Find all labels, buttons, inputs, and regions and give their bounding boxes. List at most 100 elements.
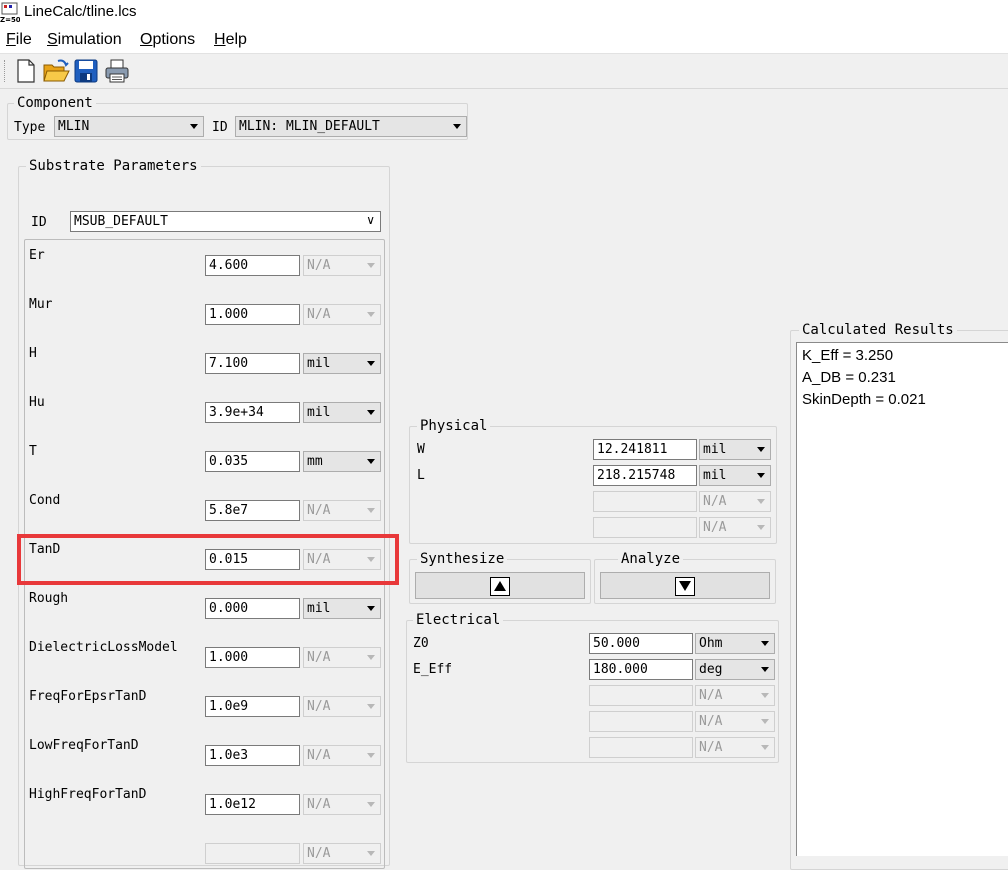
param-unit-hu[interactable]: mil (303, 402, 381, 423)
chevron-down-icon (367, 606, 375, 611)
physical-unit-l[interactable]: mil (699, 465, 771, 486)
component-id-select[interactable]: MLIN: MLIN_DEFAULT (235, 116, 467, 137)
results-textbox[interactable]: K_Eff = 3.250 A_DB = 0.231 SkinDepth = 0… (796, 342, 1008, 856)
param-unit-freqforepsrtand: N/A (303, 696, 381, 717)
physical-value-w[interactable]: 12.241811 (593, 439, 697, 460)
toolbar-grip (4, 60, 6, 82)
param-unit-cond: N/A (303, 500, 381, 521)
chevron-down-icon (367, 655, 375, 660)
electrical-unit-blank2: N/A (695, 685, 775, 706)
physical-label-l: L (417, 468, 425, 483)
chevron-down-icon (367, 704, 375, 709)
svg-text:Z=50: Z=50 (0, 16, 20, 24)
param-value-er[interactable]: 4.600 (205, 255, 300, 276)
electrical-value-blank3 (589, 711, 693, 732)
physical-value-blank3 (593, 517, 697, 538)
physical-group-title: Physical (417, 418, 491, 434)
electrical-unit-e_eff[interactable]: deg (695, 659, 775, 680)
menu-help[interactable]: Help (214, 31, 247, 49)
result-line: SkinDepth = 0.021 (802, 391, 926, 408)
chevron-down-icon (761, 719, 769, 724)
physical-unit-blank2: N/A (699, 491, 771, 512)
electrical-label-e_eff: E_Eff (413, 662, 453, 677)
chevron-down-icon (761, 667, 769, 672)
substrate-id-select[interactable]: MSUB_DEFAULT ∨ (70, 211, 381, 232)
substrate-id-label: ID (31, 215, 47, 230)
chevron-down-icon (757, 473, 765, 478)
param-unit-rough[interactable]: mil (303, 598, 381, 619)
menu-options[interactable]: Options (140, 31, 195, 49)
print-icon (105, 59, 129, 83)
results-group-title: Calculated Results (799, 322, 957, 338)
component-type-select[interactable]: MLIN (54, 116, 204, 137)
save-disk-icon (74, 59, 98, 83)
electrical-group-title: Electrical (413, 612, 504, 628)
component-id-label: ID (212, 120, 228, 135)
electrical-unit-z0[interactable]: Ohm (695, 633, 775, 654)
physical-label-w: W (417, 442, 425, 457)
electrical-value-blank4 (589, 737, 693, 758)
chevron-down-icon (757, 525, 765, 530)
substrate-group-title: Substrate Parameters (26, 158, 201, 174)
menu-bar: File Simulation Options Help (0, 28, 1008, 53)
chevron-down-icon (761, 745, 769, 750)
chevron-down-icon: ∨ (366, 213, 375, 227)
analyze-button[interactable] (600, 572, 770, 599)
param-value-rough[interactable]: 0.000 (205, 598, 300, 619)
param-value-lowfreqfortand[interactable]: 1.0e3 (205, 745, 300, 766)
chevron-down-icon (761, 641, 769, 646)
chevron-down-icon (190, 124, 198, 129)
param-value-highfreqfortand[interactable]: 1.0e12 (205, 794, 300, 815)
result-line: A_DB = 0.231 (802, 369, 896, 386)
param-unit-t[interactable]: mm (303, 451, 381, 472)
chevron-down-icon (757, 447, 765, 452)
param-label-highfreqfortand: HighFreqForTanD (29, 787, 147, 802)
electrical-value-e_eff[interactable]: 180.000 (589, 659, 693, 680)
param-label-er: Er (29, 248, 45, 263)
physical-value-blank2 (593, 491, 697, 512)
chevron-down-icon (757, 499, 765, 504)
component-type-label: Type (14, 120, 46, 135)
param-label-t: T (29, 444, 37, 459)
param-unit-dielectriclossmodel: N/A (303, 647, 381, 668)
electrical-value-blank2 (589, 685, 693, 706)
chevron-down-icon (367, 851, 375, 856)
param-label-dielectriclossmodel: DielectricLossModel (29, 640, 178, 655)
open-folder-icon (43, 59, 70, 82)
param-value-blank (205, 843, 300, 864)
new-file-button[interactable] (12, 57, 40, 85)
param-label-rough: Rough (29, 591, 69, 606)
param-unit-mur: N/A (303, 304, 381, 325)
param-value-t[interactable]: 0.035 (205, 451, 300, 472)
param-label-mur: Mur (29, 297, 53, 312)
chevron-down-icon (367, 361, 375, 366)
save-button[interactable] (72, 57, 100, 85)
menu-file[interactable]: File (6, 31, 32, 49)
physical-unit-w[interactable]: mil (699, 439, 771, 460)
param-unit-lowfreqfortand: N/A (303, 745, 381, 766)
param-value-dielectriclossmodel[interactable]: 1.000 (205, 647, 300, 668)
physical-value-l[interactable]: 218.215748 (593, 465, 697, 486)
chevron-down-icon (367, 410, 375, 415)
chevron-down-icon (367, 508, 375, 513)
param-value-mur[interactable]: 1.000 (205, 304, 300, 325)
synthesize-button[interactable] (415, 572, 585, 599)
window-title: LineCalc/tline.lcs (24, 3, 137, 20)
param-value-freqforepsrtand[interactable]: 1.0e9 (205, 696, 300, 717)
param-label-hu: Hu (29, 395, 45, 410)
electrical-value-z0[interactable]: 50.000 (589, 633, 693, 654)
open-file-button[interactable] (42, 57, 70, 85)
chevron-down-icon (761, 693, 769, 698)
chevron-down-icon (367, 802, 375, 807)
app-icon: Z=50 (0, 2, 20, 24)
print-button[interactable] (103, 57, 131, 85)
param-value-h[interactable]: 7.100 (205, 353, 300, 374)
param-unit-er: N/A (303, 255, 381, 276)
electrical-unit-blank4: N/A (695, 737, 775, 758)
param-unit-h[interactable]: mil (303, 353, 381, 374)
param-value-cond[interactable]: 5.8e7 (205, 500, 300, 521)
chevron-down-icon (367, 263, 375, 268)
param-value-hu[interactable]: 3.9e+34 (205, 402, 300, 423)
menu-simulation[interactable]: Simulation (47, 31, 122, 49)
arrow-down-icon (675, 576, 695, 596)
